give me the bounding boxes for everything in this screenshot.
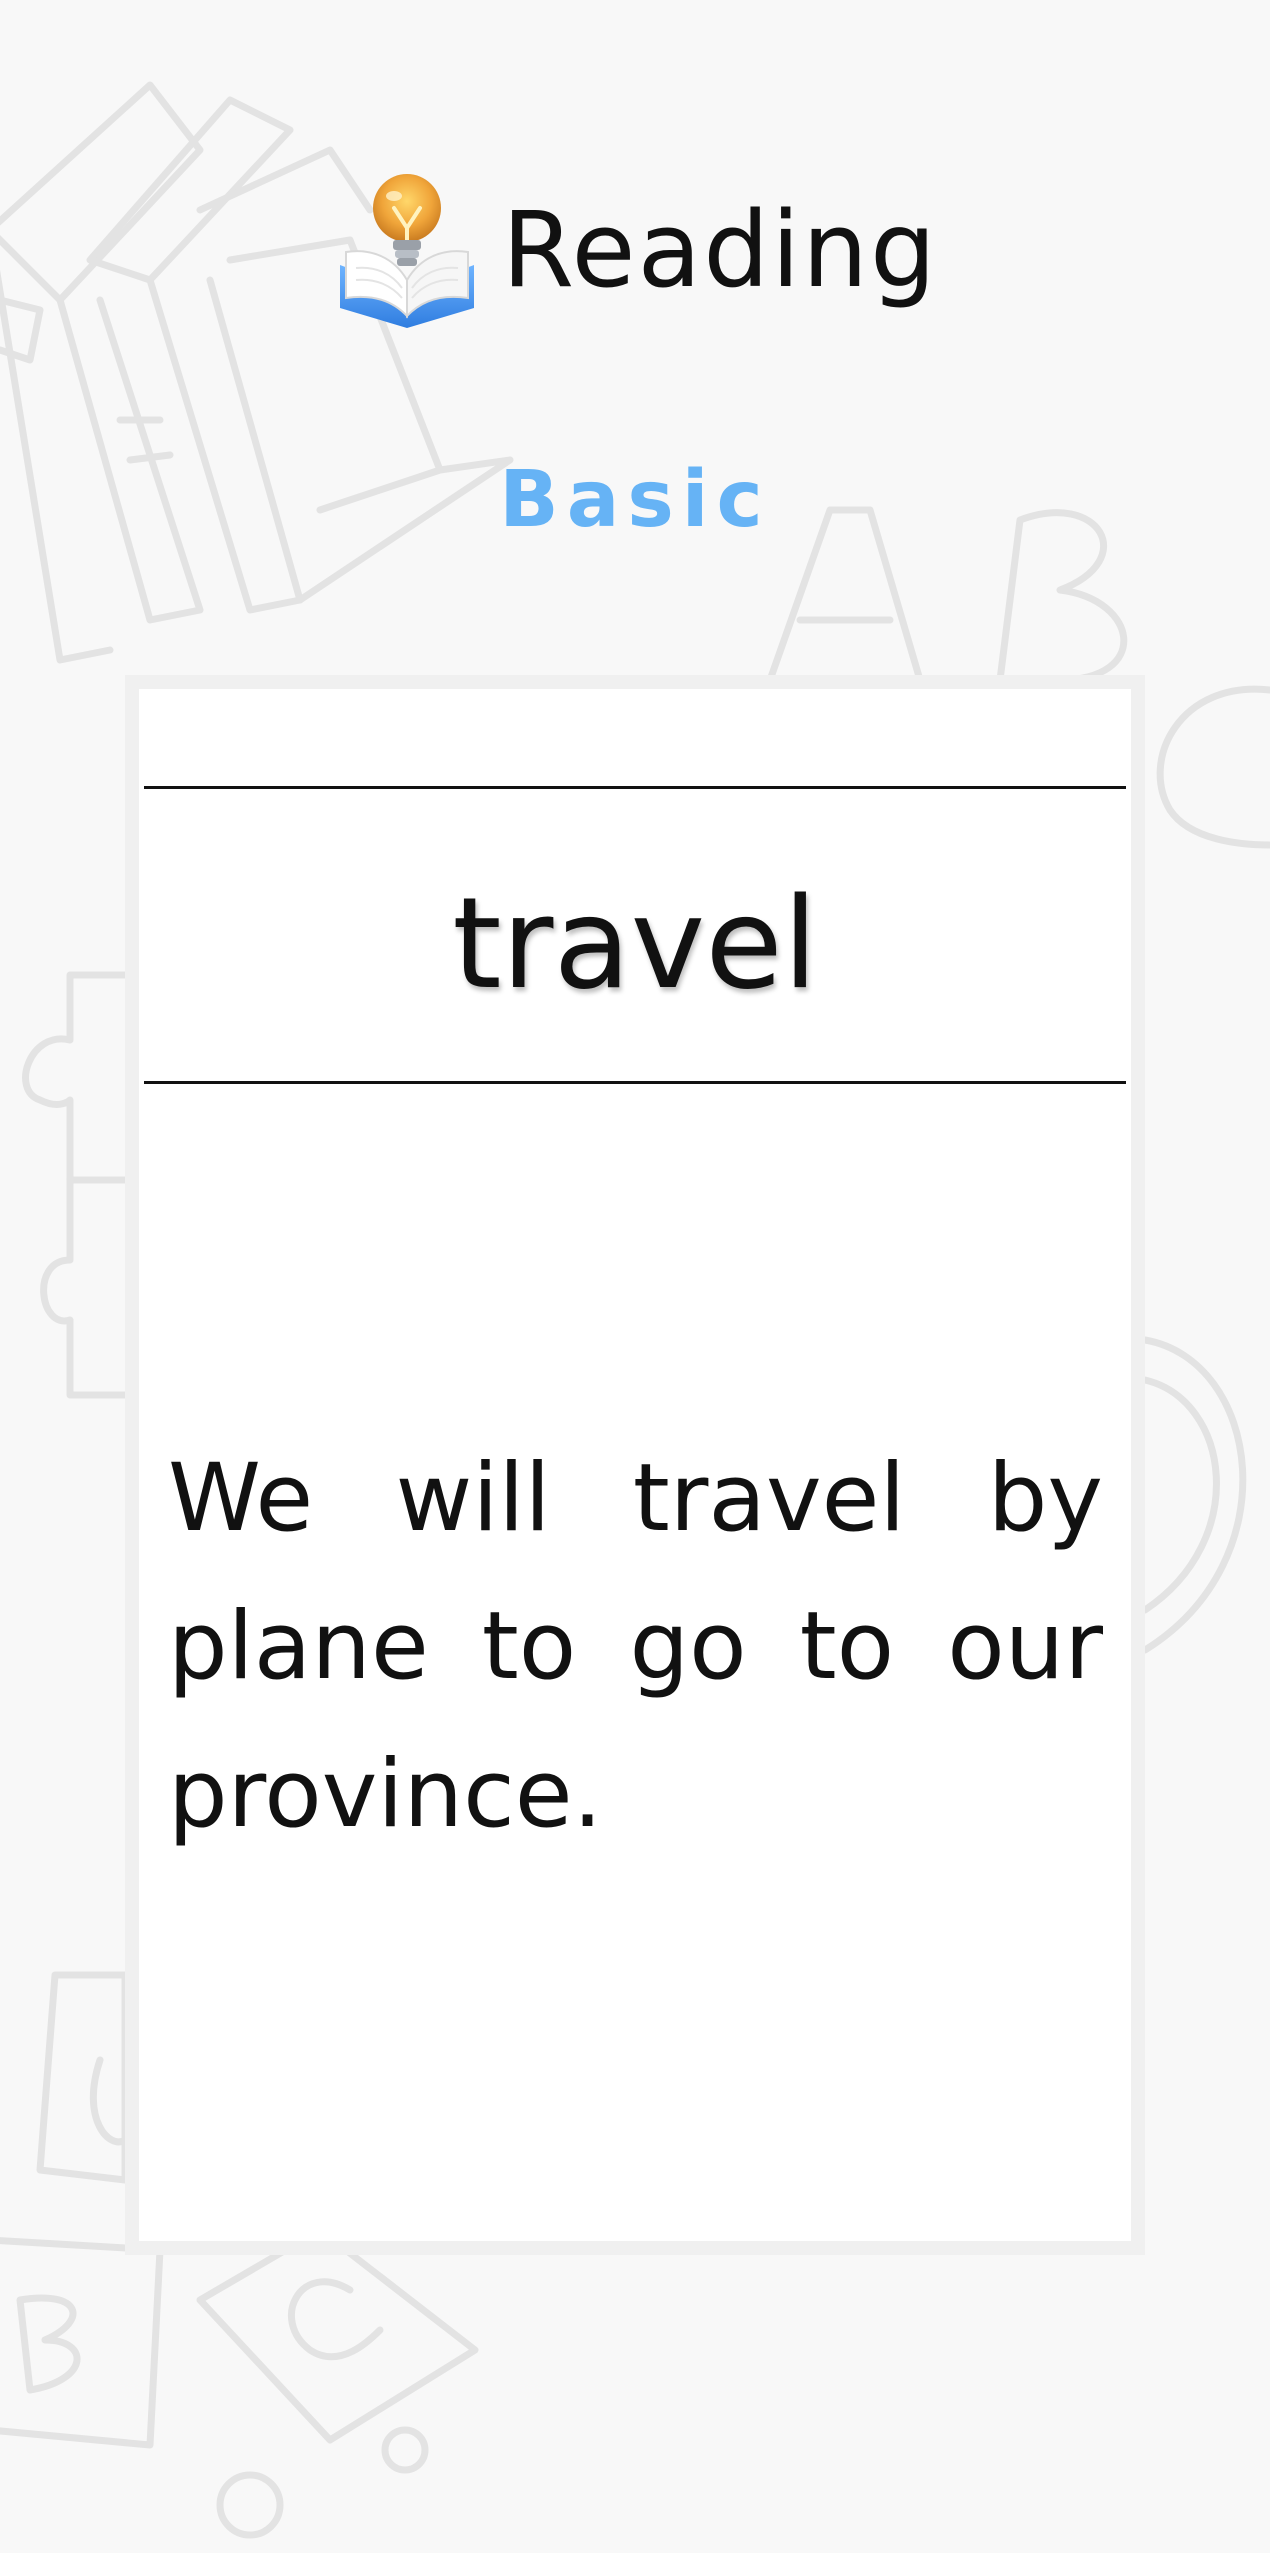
book-lightbulb-icon: [339, 174, 474, 328]
example-sentence: We will travel by plane to go to our pro…: [168, 1444, 1103, 1849]
app-header: Reading: [0, 150, 1270, 350]
level-label: Basic: [499, 455, 771, 545]
vocabulary-word: travel: [452, 870, 818, 1017]
word-top-rule: [144, 786, 1126, 789]
letter-c-doodle: [1156, 685, 1270, 849]
word-bottom-rule: [144, 1081, 1126, 1084]
puzzle-doodle: [22, 971, 129, 1399]
app-title: Reading: [501, 189, 939, 311]
